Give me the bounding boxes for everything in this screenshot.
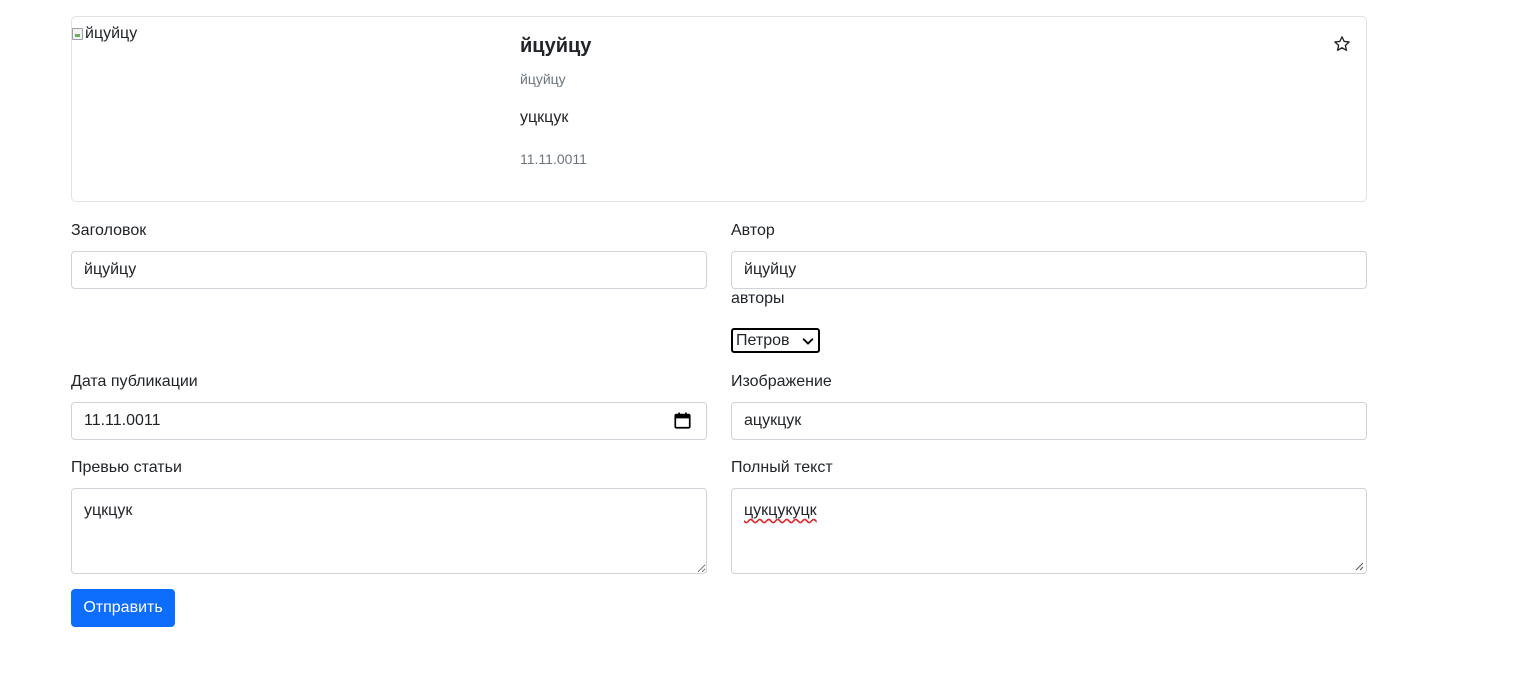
authors-select[interactable]: Петров — [731, 328, 820, 353]
date-input[interactable] — [71, 402, 707, 440]
author-field: Автор — [731, 219, 1367, 289]
article-image: йцуйцу — [72, 25, 137, 43]
image-field: Изображение — [731, 370, 1367, 440]
article-author: йцуйцу — [520, 71, 566, 87]
image-label: Изображение — [731, 373, 832, 390]
favorite-button[interactable] — [1332, 35, 1352, 55]
article-image-alt: йцуйцу — [85, 25, 138, 42]
fulltext-textarea[interactable]: цукцукуцк — [731, 488, 1367, 574]
article-title: йцуйцу — [520, 35, 592, 57]
title-input[interactable] — [71, 251, 707, 289]
calendar-icon[interactable] — [674, 412, 691, 429]
fulltext-value: цукцукуцк — [744, 502, 817, 519]
submit-button[interactable]: Отправить — [71, 589, 175, 627]
image-input[interactable] — [731, 402, 1367, 440]
star-icon — [1334, 36, 1350, 51]
article-card: йцуйцу йцуйцу йцуйцу уцкцук 11.11.0011 — [71, 16, 1367, 202]
date-label: Дата публикации — [71, 373, 198, 390]
article-preview: уцкцук — [520, 109, 569, 126]
chevron-down-icon — [802, 337, 814, 345]
fulltext-label: Полный текст — [731, 459, 833, 476]
preview-textarea[interactable]: уцкцук — [71, 488, 707, 574]
fulltext-field: Полный текст цукцукуцк — [731, 456, 1367, 574]
author-input[interactable] — [731, 251, 1367, 289]
author-label: Автор — [731, 222, 775, 239]
broken-image-icon — [72, 28, 83, 40]
authors-select-value: Петров — [736, 331, 790, 349]
preview-field: Превью статьи уцкцук — [71, 456, 707, 574]
resize-handle-icon[interactable] — [1355, 562, 1364, 571]
title-field: Заголовок — [71, 219, 707, 289]
date-field: Дата публикации — [71, 370, 707, 440]
title-label: Заголовок — [71, 222, 147, 239]
article-date: 11.11.0011 — [520, 151, 587, 167]
preview-label: Превью статьи — [71, 459, 182, 476]
authors-label: авторы — [731, 290, 785, 307]
